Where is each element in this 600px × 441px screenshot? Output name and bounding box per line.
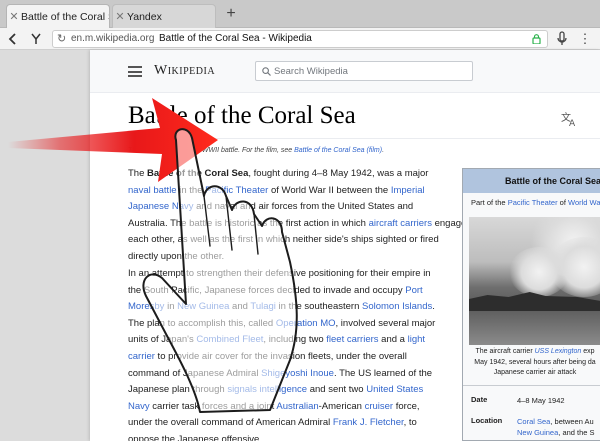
- hatnote-suffix: .: [382, 147, 385, 154]
- link-imperial[interactable]: Imperial: [391, 185, 425, 196]
- link-coral-sea[interactable]: Coral Sea: [517, 417, 550, 426]
- back-arrow-icon: [8, 33, 16, 45]
- link-shigeyoshi-inoue[interactable]: Shigeyoshi Inoue: [261, 368, 334, 379]
- wiki-header: Wikipedia: [90, 50, 600, 93]
- menu-icon[interactable]: ⋮: [578, 30, 592, 48]
- article-line: naval battle in the Pacific Theater of W…: [128, 184, 425, 196]
- tab-bar: ✕ Battle of the Coral Sea ✕ Yandex +: [0, 0, 600, 28]
- close-tab-icon[interactable]: ✕: [113, 10, 127, 23]
- infobox-subtitle: Part of the Pacific Theater of World War…: [463, 193, 600, 213]
- article-line: Japanese Navy and naval and air forces f…: [128, 201, 414, 213]
- link-carrier[interactable]: carrier: [128, 351, 155, 362]
- infobox-label: Location: [471, 416, 503, 425]
- title-divider: [128, 138, 600, 139]
- link-new-guinea-infobox[interactable]: New Guinea: [517, 428, 558, 437]
- caption-line: Japanese carrier air attack: [493, 369, 577, 376]
- tab-label: Battle of the Coral Sea: [21, 10, 109, 23]
- link-cruiser[interactable]: cruiser: [365, 401, 394, 412]
- reload-icon[interactable]: ↻: [57, 31, 66, 47]
- page-title: Battle of the Coral Sea: [128, 102, 356, 129]
- link-moresby[interactable]: Moresby: [128, 301, 164, 312]
- bold-title: Battle of the Coral Sea: [147, 168, 249, 179]
- link-fleet-carriers[interactable]: fleet carriers: [326, 334, 378, 345]
- lock-icon: [532, 34, 541, 44]
- link-frank-fletcher[interactable]: Frank J. Fletcher: [333, 417, 404, 428]
- url-page-title: Battle of the Coral Sea - Wikipedia: [159, 33, 312, 44]
- link-uss-lexington[interactable]: USS Lexington: [535, 348, 582, 355]
- yandex-button[interactable]: [30, 30, 44, 48]
- article-line: Australia. The battle is historic as the…: [128, 217, 472, 229]
- back-button[interactable]: [8, 30, 22, 48]
- new-tab-button[interactable]: +: [222, 5, 240, 23]
- link-tulagi[interactable]: Tulagi: [250, 301, 276, 312]
- infobox-caption: The aircraft carrier USS Lexington exp M…: [469, 347, 600, 379]
- address-bar[interactable]: ↻ en.m.wikipedia.org Battle of the Coral…: [52, 30, 548, 48]
- link-combined-fleet[interactable]: Combined Fleet: [196, 334, 263, 345]
- link-pacific-theater-infobox[interactable]: Pacific Theater: [508, 198, 558, 207]
- article-paragraph: The Battle of the Coral Sea, fought duri…: [128, 166, 472, 266]
- tab-label: Yandex: [127, 10, 162, 23]
- yandex-icon: [31, 33, 41, 44]
- link-world-war-ii[interactable]: World War II: [568, 198, 600, 207]
- link-united-states[interactable]: United States: [366, 384, 423, 395]
- search-box[interactable]: [255, 61, 473, 81]
- link-naval-battle[interactable]: naval battle: [128, 185, 177, 196]
- infobox-photo[interactable]: [469, 217, 600, 345]
- link-pacific-theater[interactable]: Pacific Theater: [205, 185, 268, 196]
- search-icon: [262, 67, 271, 76]
- svg-text:A: A: [569, 119, 576, 128]
- link-solomon-islands[interactable]: Solomon Islands: [362, 301, 432, 312]
- link-signals-intelligence[interactable]: signals intelligence: [227, 384, 307, 395]
- article-line: the South Pacific, Japanese forces decid…: [128, 284, 423, 296]
- close-tab-icon[interactable]: ✕: [7, 10, 21, 23]
- article-line: carrier to provide air cover for the inv…: [128, 350, 407, 362]
- link-new-guinea[interactable]: New Guinea: [177, 301, 229, 312]
- infobox-divider: [463, 385, 600, 386]
- link-light[interactable]: light: [408, 334, 425, 345]
- article-line: oppose the Japanese offensive.: [128, 433, 262, 441]
- tab-battle-of-the-coral-sea[interactable]: ✕ Battle of the Coral Sea: [6, 4, 110, 28]
- web-page: Wikipedia Battle of the Coral Sea 文 A Th…: [90, 50, 600, 441]
- infobox-value: 4–8 May 1942: [517, 396, 565, 405]
- link-port[interactable]: Port: [405, 285, 422, 296]
- article-line: directly upon the other.: [128, 250, 225, 262]
- tab-yandex[interactable]: ✕ Yandex: [112, 4, 216, 28]
- article-paragraph: In an attempt to strengthen their defens…: [128, 266, 468, 441]
- article-line: In an attempt to strengthen their defens…: [128, 268, 431, 279]
- navigation-bar: ↻ en.m.wikipedia.org Battle of the Coral…: [0, 28, 600, 50]
- link-japanese-navy[interactable]: Japanese Navy: [128, 201, 193, 212]
- article-line: The Battle of the Coral Sea, fought duri…: [128, 168, 429, 179]
- search-input[interactable]: [274, 62, 469, 80]
- article-line: Moresby in New Guinea and Tulagi in the …: [128, 301, 435, 313]
- hamburger-menu-icon[interactable]: [128, 66, 142, 77]
- wikipedia-logo[interactable]: Wikipedia: [154, 63, 215, 79]
- caption-line: May 1942, several hours after being da: [474, 358, 596, 366]
- microphone-icon[interactable]: [556, 31, 568, 47]
- link-navy[interactable]: Navy: [128, 401, 150, 412]
- infobox-value: Coral Sea, between Au New Guinea, and the…: [517, 417, 595, 437]
- article-line: Navy carrier task forces and a joint Aus…: [128, 400, 420, 412]
- caption-line: The aircraft carrier USS Lexington exp: [475, 348, 595, 355]
- article-line: The plan to accomplish this, called Oper…: [128, 317, 436, 329]
- article-line: Japanese plan through signals intelligen…: [128, 384, 424, 396]
- link-operation-mo[interactable]: Operation MO: [276, 318, 336, 329]
- url-domain: en.m.wikipedia.org: [71, 33, 155, 44]
- article-line: command of Japanese Admiral Shigeyoshi I…: [128, 367, 433, 379]
- language-icon[interactable]: 文 A: [560, 110, 578, 128]
- article-line: units of Japan's Combined Fleet, includi…: [128, 334, 426, 346]
- article-line: under the overall command of American Ad…: [128, 417, 417, 429]
- infobox-label: Date: [471, 395, 488, 404]
- infobox: Battle of the Coral Sea Part of the Paci…: [462, 168, 600, 441]
- article-line: each other, as well as the first in whic…: [128, 234, 439, 246]
- hatnote-link[interactable]: Battle of the Coral Sea (film): [294, 147, 382, 154]
- hatnote: This article is about the WWII battle. F…: [128, 147, 458, 154]
- hatnote-text: This article is about the WWII battle. F…: [128, 147, 293, 154]
- link-aircraft-carriers[interactable]: aircraft carriers: [369, 218, 432, 229]
- link-australian[interactable]: Australian: [276, 401, 318, 412]
- infobox-title: Battle of the Coral Sea: [463, 169, 600, 193]
